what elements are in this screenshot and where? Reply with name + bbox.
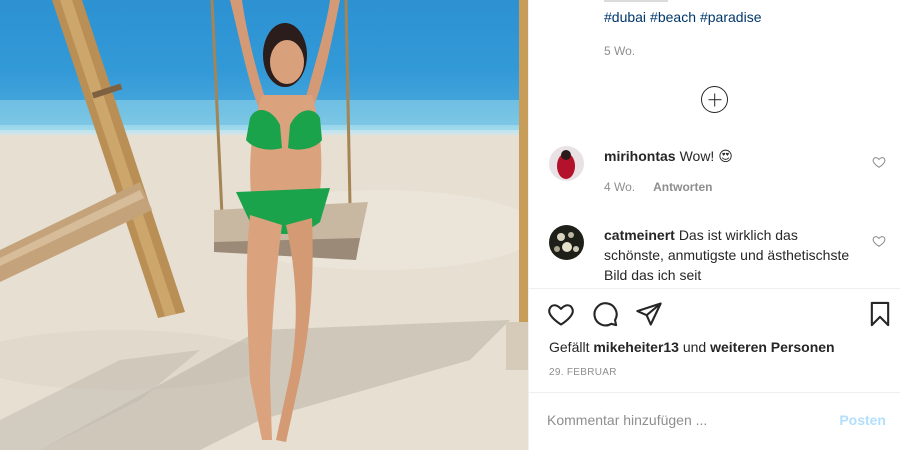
comment-item: catmeinert Das ist wirklich das schönste,… <box>549 225 889 283</box>
caption-hashtags: #dubai #beach #paradise <box>604 9 765 25</box>
load-more-comments-button[interactable] <box>701 86 728 113</box>
divider <box>529 392 900 393</box>
post-action-bar <box>547 300 890 330</box>
liker-username[interactable]: mikeheiter13 <box>593 339 679 355</box>
comment-body: mirihontas Wow! 😍 4 Wo. Antworten <box>604 146 859 197</box>
post-date[interactable]: 29. FEBRUAR <box>549 367 617 378</box>
comment-input[interactable] <box>547 405 822 435</box>
post-photo[interactable] <box>0 0 528 450</box>
heart-icon[interactable] <box>872 234 886 248</box>
heart-icon[interactable] <box>872 155 886 169</box>
divider <box>529 288 900 289</box>
comment-bubble-icon[interactable] <box>591 300 619 328</box>
beach-swing-illustration <box>0 0 528 450</box>
comment-username[interactable]: mirihontas <box>604 148 676 164</box>
paper-plane-icon[interactable] <box>635 300 663 328</box>
comment-age[interactable]: 4 Wo. <box>604 180 635 194</box>
heart-icon[interactable] <box>547 300 575 328</box>
post-sidebar: #dubai #beach #paradise 5 Wo. mirihontas Wo… <box>528 0 900 450</box>
others-likes-link[interactable]: weiteren Personen <box>710 339 835 355</box>
comment-username[interactable]: catmeinert <box>604 227 675 243</box>
avatar[interactable] <box>549 225 584 260</box>
reply-button[interactable]: Antworten <box>653 180 712 194</box>
caption-age[interactable]: 5 Wo. <box>604 44 635 58</box>
post-comment-button[interactable]: Posten <box>839 412 886 428</box>
likes-summary: Gefällt mikeheiter13 und weiteren Person… <box>549 339 835 355</box>
hashtag-link[interactable]: #dubai <box>604 9 646 25</box>
hashtag-link[interactable]: #beach <box>650 9 696 25</box>
likes-prefix: Gefällt <box>549 339 590 355</box>
caption-overflow-edge <box>604 0 668 2</box>
comment-meta: 4 Wo. Antworten <box>604 177 859 197</box>
comment-body: catmeinert Das ist wirklich das schönste,… <box>604 225 859 283</box>
likes-connector: und <box>682 339 707 355</box>
hashtag-link[interactable]: #paradise <box>700 9 762 25</box>
bookmark-icon[interactable] <box>866 300 894 328</box>
avatar[interactable] <box>549 146 584 181</box>
comment-text: Wow! 😍 <box>679 148 733 164</box>
